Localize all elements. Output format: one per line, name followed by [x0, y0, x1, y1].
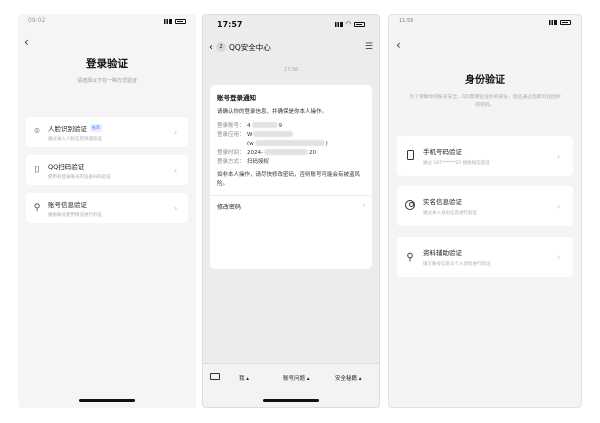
user-key-icon: ⚲	[33, 203, 41, 213]
battery-icon	[175, 18, 186, 24]
chevron-right-icon: ›	[557, 151, 561, 161]
change-password-link[interactable]: 修改密码 ›	[217, 202, 365, 211]
keyboard-icon[interactable]	[210, 373, 220, 380]
chevron-right-icon: ›	[362, 202, 365, 209]
option-face-verify[interactable]: ⌾ 人脸识别验证 推荐 通过录入人脸信息快速验证 ›	[26, 117, 188, 147]
back-arrow-icon[interactable]: ‹	[396, 39, 401, 51]
menu-me[interactable]: 我 ▴	[239, 374, 249, 382]
chat-header: ‹ 2 QQ安全中心 ☰	[203, 37, 379, 57]
option-desc: 通过 187******25 接收短信验证	[423, 161, 490, 166]
bottom-menu-bar: 我 ▴ 账号问题 ▴ 安全秘籍 ▴	[203, 363, 379, 407]
wifi-icon: ◠	[345, 20, 351, 28]
menu-security-tips[interactable]: 安全秘籍 ▴	[335, 374, 362, 382]
option-desc: 填写账号信息与个人资料进行验证	[423, 262, 491, 267]
home-indicator[interactable]	[79, 399, 135, 402]
signal-icon	[549, 19, 557, 25]
notice-intro: 请确认你的登录信息，并确保是你本人操作。	[217, 109, 328, 115]
option-desc: 使用有登录账号的设备扫码验证	[48, 174, 111, 180]
signal-icon	[164, 18, 172, 24]
field-app: 登录应用： W	[217, 131, 365, 140]
phone-qq-security-center: 17:57 ◠ ‹ 2 QQ安全中心 ☰ 17:56 账号登录通知 请确认你的登…	[202, 14, 380, 408]
status-bar: 17:57 ◠	[203, 15, 379, 33]
option-realname-verify[interactable]: 实名信息验证 通过本人身份信息进行验证 ›	[397, 186, 573, 226]
header-title: QQ安全中心	[229, 42, 271, 52]
phone-login-verification: 09:02 ‹ 登录验证 请选择以下任一种方式验证 ⌾ 人脸识别验证 推荐 通过录…	[18, 14, 196, 408]
option-account-info[interactable]: ⚲ 账号信息验证 根据账号使用情况进行验证 ›	[26, 193, 188, 223]
user-key-icon: ⚲	[406, 251, 414, 263]
option-phone-verify[interactable]: 手机号码验证 通过 187******25 接收短信验证 ›	[397, 136, 573, 176]
field-app-id: (w)	[247, 140, 328, 147]
qr-scan-icon: ⌷	[34, 165, 40, 175]
recommend-badge: 推荐	[90, 123, 102, 132]
home-indicator[interactable]	[263, 399, 319, 402]
page-subtitle: 为了保障你的账号安全，QQ需要验证你的身份，验证通过后即可找回你的密码。	[409, 95, 561, 108]
menu-icon[interactable]: ☰	[365, 42, 373, 52]
field-time: 登录时间： 2024- 20	[217, 149, 316, 156]
status-bar: 09:02	[18, 14, 196, 28]
page-subtitle: 请选择以下任一种方式验证	[76, 78, 137, 84]
chevron-right-icon: ›	[557, 252, 561, 262]
option-label: 账号信息验证	[48, 200, 87, 209]
chevron-right-icon: ›	[174, 165, 178, 175]
battery-icon	[354, 21, 365, 27]
signal-icon	[334, 21, 343, 27]
status-time: 17:57	[217, 20, 243, 29]
option-label: 资料辅助验证	[423, 249, 462, 257]
message-time: 17:56	[283, 67, 299, 73]
back-arrow-icon[interactable]: ‹	[209, 42, 213, 53]
option-label: 人脸识别验证	[48, 124, 87, 133]
unread-count: 2	[216, 42, 226, 52]
chevron-right-icon: ›	[174, 127, 178, 137]
option-label: 实名信息验证	[423, 198, 462, 206]
option-label: 手机号码验证	[423, 148, 462, 156]
security-warning: 如非本人操作，请尽快修改密码，否则账号可能会有被盗风险。	[217, 172, 361, 187]
notice-title: 账号登录通知	[217, 94, 256, 102]
chevron-right-icon: ›	[557, 201, 561, 211]
phone-identity-verification: 11:55 ‹ 身份验证 为了保障你的账号安全，QQ需要验证你的身份，验证通过后…	[388, 14, 582, 408]
field-method: 登录方式： 扫码授权	[217, 159, 270, 165]
page-title: 身份验证	[465, 75, 505, 86]
back-arrow-icon[interactable]: ‹	[24, 36, 29, 48]
id-card-icon	[405, 199, 415, 210]
option-label: QQ扫码验证	[48, 162, 85, 171]
login-notice-card: 账号登录通知 请确认你的登录信息，并确保是你本人操作。 登录账号： 4 9 登录应用…	[210, 85, 372, 269]
battery-icon	[560, 19, 571, 25]
option-qq-scan[interactable]: ⌷ QQ扫码验证 使用有登录账号的设备扫码验证 ›	[26, 155, 188, 185]
menu-account-issues[interactable]: 账号问题 ▴	[283, 374, 310, 382]
option-desc: 通过录入人脸信息快速验证	[48, 136, 102, 142]
chevron-right-icon: ›	[174, 203, 178, 213]
status-bar: 11:55	[389, 15, 581, 29]
option-desc: 根据账号使用情况进行验证	[48, 212, 102, 218]
phone-icon	[406, 149, 414, 160]
option-desc: 通过本人身份信息进行验证	[423, 211, 477, 216]
page-title: 登录验证	[86, 58, 128, 70]
field-account: 登录账号： 4 9	[217, 122, 282, 129]
status-time: 11:55	[399, 18, 414, 24]
option-profile-verify[interactable]: ⚲ 资料辅助验证 填写账号信息与个人资料进行验证 ›	[397, 237, 573, 277]
face-scan-icon: ⌾	[34, 127, 40, 137]
status-time: 09:02	[28, 17, 46, 24]
